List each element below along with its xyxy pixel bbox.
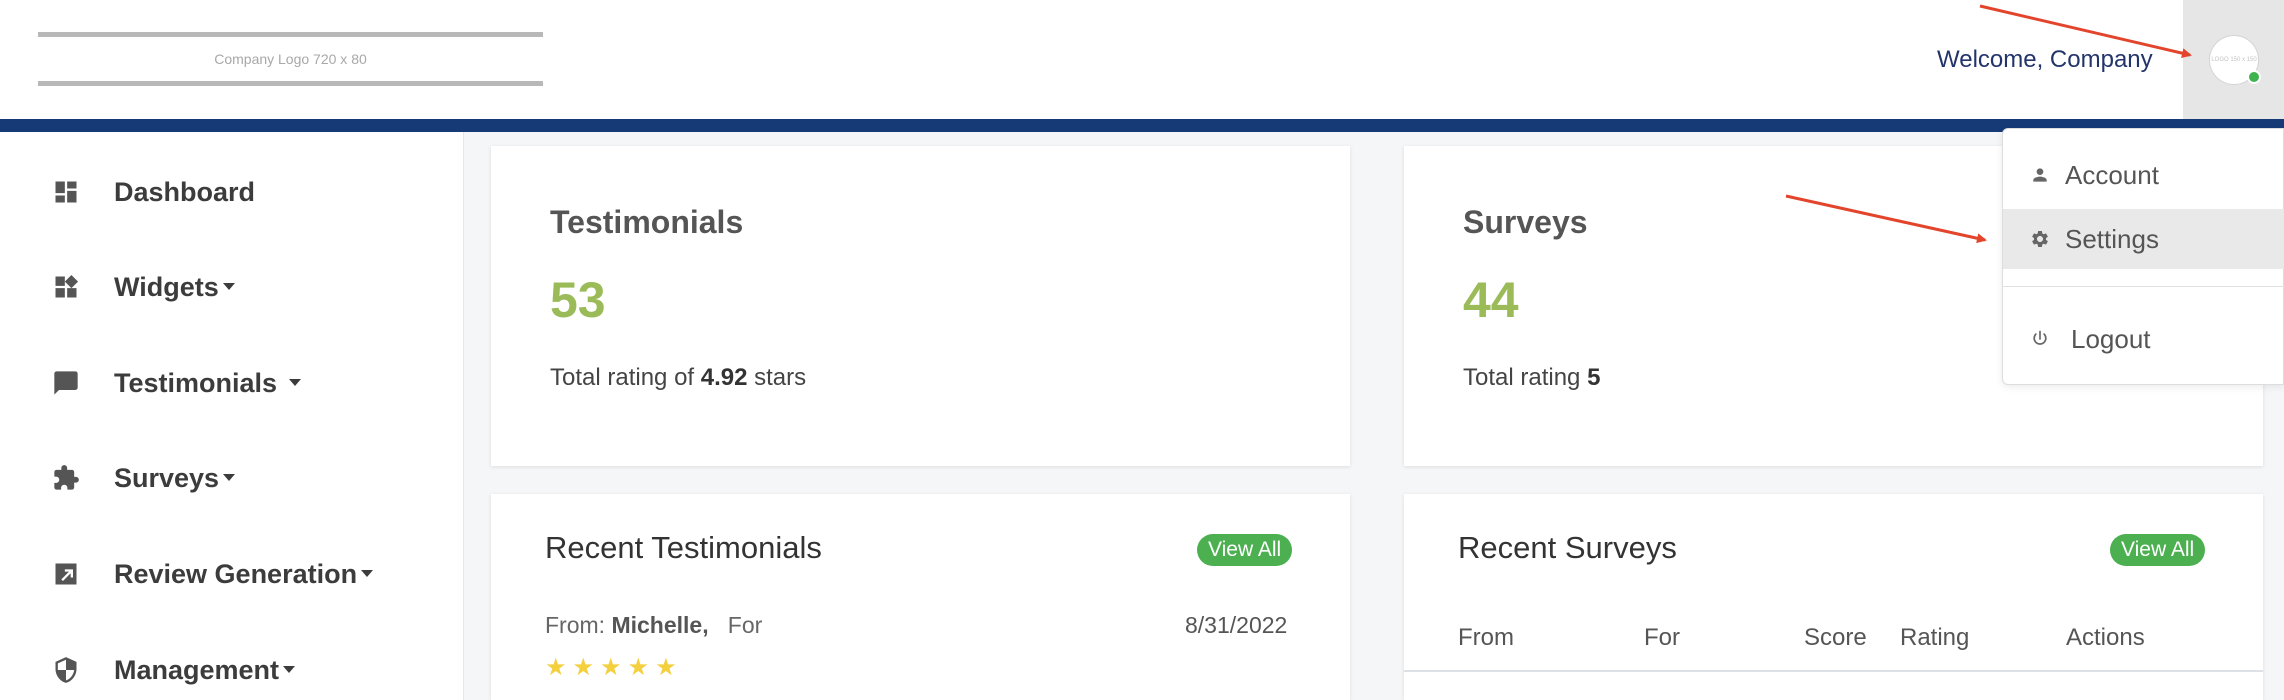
annotation-arrow-to-settings	[1785, 194, 1987, 244]
annotation-arrows	[1785, 4, 2192, 244]
annotation-arrow-to-avatar	[1979, 4, 2192, 59]
